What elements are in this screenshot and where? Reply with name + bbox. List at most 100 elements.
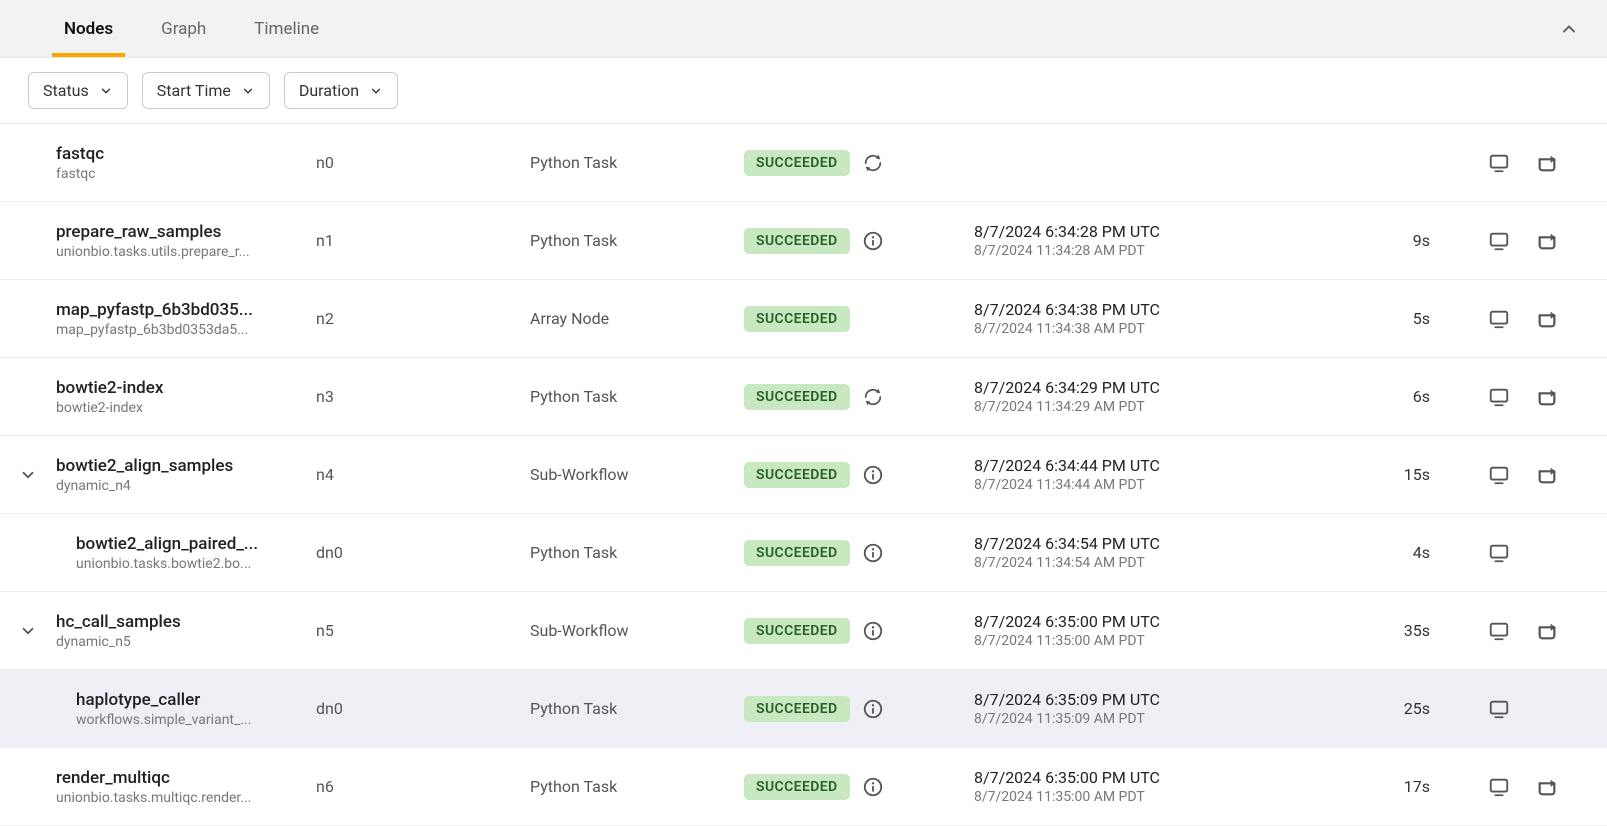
rerun-button[interactable] bbox=[1534, 774, 1560, 800]
chevron-down-icon bbox=[241, 84, 255, 98]
duration: 5s bbox=[1340, 309, 1450, 328]
node-name: bowtie2_align_samples bbox=[56, 456, 316, 476]
logs-button[interactable] bbox=[1486, 384, 1512, 410]
status-cell: SUCCEEDED bbox=[744, 696, 974, 722]
rerun-button[interactable] bbox=[1534, 618, 1560, 644]
status-badge: SUCCEEDED bbox=[744, 774, 850, 800]
filter-duration[interactable]: Duration bbox=[284, 72, 398, 109]
logs-button[interactable] bbox=[1486, 150, 1512, 176]
table-row[interactable]: bowtie2_align_paired_...unionbio.tasks.b… bbox=[0, 514, 1607, 592]
node-id: dn0 bbox=[316, 543, 530, 562]
rerun-button[interactable] bbox=[1534, 150, 1560, 176]
duration: 35s bbox=[1340, 621, 1450, 640]
table-row[interactable]: map_pyfastp_6b3bd035...map_pyfastp_6b3bd… bbox=[0, 280, 1607, 358]
refresh-icon[interactable] bbox=[862, 152, 884, 174]
table-row[interactable]: hc_call_samplesdynamic_n5n5Sub-WorkflowS… bbox=[0, 592, 1607, 670]
tab-graph[interactable]: Graph bbox=[137, 0, 230, 57]
logs-button[interactable] bbox=[1486, 618, 1512, 644]
logs-button[interactable] bbox=[1486, 228, 1512, 254]
rerun-button[interactable] bbox=[1534, 462, 1560, 488]
duration: 6s bbox=[1340, 387, 1450, 406]
name-cell: fastqcfastqc bbox=[56, 144, 316, 182]
monitor-icon bbox=[1486, 464, 1512, 486]
time-local: 8/7/2024 11:34:38 AM PDT bbox=[974, 321, 1170, 337]
status-badge: SUCCEEDED bbox=[744, 540, 850, 566]
time-cell: 8/7/2024 6:34:28 PM UTC8/7/2024 11:34:28… bbox=[974, 222, 1170, 259]
time-local: 8/7/2024 11:34:29 AM PDT bbox=[974, 399, 1170, 415]
info-icon[interactable] bbox=[862, 620, 884, 642]
time-utc: 8/7/2024 6:34:29 PM UTC bbox=[974, 378, 1170, 397]
status-badge: SUCCEEDED bbox=[744, 150, 850, 176]
filter-label: Start Time bbox=[157, 81, 231, 100]
status-badge: SUCCEEDED bbox=[744, 228, 850, 254]
nodes-table: fastqcfastqcn0Python TaskSUCCEEDED prepar… bbox=[0, 124, 1607, 826]
time-cell: 8/7/2024 6:34:38 PM UTC8/7/2024 11:34:38… bbox=[974, 300, 1170, 337]
time-utc: 8/7/2024 6:34:54 PM UTC bbox=[974, 534, 1170, 553]
info-icon[interactable] bbox=[862, 776, 884, 798]
time-utc: 8/7/2024 6:35:00 PM UTC bbox=[974, 612, 1170, 631]
header-bar: NodesGraphTimeline bbox=[0, 0, 1607, 58]
time-local: 8/7/2024 11:35:00 AM PDT bbox=[974, 789, 1170, 805]
filters-bar: Status Start Time Duration bbox=[0, 58, 1607, 124]
chevron-down-icon bbox=[99, 84, 113, 98]
expand-cell bbox=[0, 618, 56, 644]
logs-button[interactable] bbox=[1486, 462, 1512, 488]
node-id: n1 bbox=[316, 231, 530, 250]
time-cell: 8/7/2024 6:35:00 PM UTC 8/7/2024 11:35:00… bbox=[974, 768, 1170, 805]
table-row[interactable]: render_multiqcunionbio.tasks.multiqc.ren… bbox=[0, 748, 1607, 826]
node-id: n6 bbox=[316, 777, 530, 796]
status-cell: SUCCEEDED bbox=[744, 306, 974, 332]
actions-cell bbox=[1450, 774, 1607, 800]
collapse-panel-button[interactable] bbox=[1551, 11, 1587, 47]
logs-button[interactable] bbox=[1486, 774, 1512, 800]
filter-status[interactable]: Status bbox=[28, 72, 128, 109]
node-subname: unionbio.tasks.multiqc.render... bbox=[56, 790, 316, 806]
tab-nodes[interactable]: Nodes bbox=[40, 0, 137, 57]
duration: 9s bbox=[1340, 231, 1450, 250]
filter-start-time[interactable]: Start Time bbox=[142, 72, 270, 109]
tab-timeline[interactable]: Timeline bbox=[230, 0, 343, 57]
info-icon[interactable] bbox=[862, 230, 884, 252]
time-cell: 8/7/2024 6:34:44 PM UTC8/7/2024 11:34:44… bbox=[974, 456, 1170, 493]
node-name: prepare_raw_samples bbox=[56, 222, 316, 242]
actions-cell bbox=[1450, 228, 1607, 254]
logs-button[interactable] bbox=[1486, 540, 1512, 566]
monitor-icon bbox=[1486, 776, 1512, 798]
rerun-button[interactable] bbox=[1534, 228, 1560, 254]
time-cell: 8/7/2024 6:35:09 PM UTC8/7/2024 11:35:09… bbox=[974, 690, 1170, 727]
node-type: Sub-Workflow bbox=[530, 465, 744, 484]
table-row[interactable]: prepare_raw_samplesunionbio.tasks.utils.… bbox=[0, 202, 1607, 280]
name-cell: prepare_raw_samplesunionbio.tasks.utils.… bbox=[56, 222, 316, 260]
time-cell: 8/7/2024 6:34:29 PM UTC 8/7/2024 11:34:29… bbox=[974, 378, 1170, 415]
time-cell bbox=[974, 162, 1170, 164]
node-type: Sub-Workflow bbox=[530, 621, 744, 640]
node-subname: unionbio.tasks.bowtie2.bo... bbox=[76, 556, 316, 572]
logs-button[interactable] bbox=[1486, 306, 1512, 332]
info-icon[interactable] bbox=[862, 542, 884, 564]
actions-cell bbox=[1450, 384, 1607, 410]
node-name: haplotype_caller bbox=[76, 690, 316, 710]
monitor-icon bbox=[1486, 620, 1512, 642]
status-cell: SUCCEEDED bbox=[744, 462, 974, 488]
table-row[interactable]: fastqcfastqcn0Python TaskSUCCEEDED bbox=[0, 124, 1607, 202]
table-row[interactable]: haplotype_callerworkflows.simple_variant… bbox=[0, 670, 1607, 748]
duration: 4s bbox=[1340, 543, 1450, 562]
table-row[interactable]: bowtie2-indexbowtie2-indexn3Python TaskS… bbox=[0, 358, 1607, 436]
name-cell: render_multiqcunionbio.tasks.multiqc.ren… bbox=[56, 768, 316, 806]
time-local: 8/7/2024 11:35:00 AM PDT bbox=[974, 633, 1170, 649]
time-cell: 8/7/2024 6:34:54 PM UTC8/7/2024 11:34:54… bbox=[974, 534, 1170, 571]
status-cell: SUCCEEDED bbox=[744, 618, 974, 644]
filter-label: Duration bbox=[299, 81, 359, 100]
info-icon[interactable] bbox=[862, 464, 884, 486]
expand-toggle[interactable] bbox=[15, 462, 41, 488]
rerun-button[interactable] bbox=[1534, 306, 1560, 332]
expand-toggle[interactable] bbox=[15, 618, 41, 644]
rerun-button[interactable] bbox=[1534, 384, 1560, 410]
info-icon[interactable] bbox=[862, 698, 884, 720]
logs-button[interactable] bbox=[1486, 696, 1512, 722]
node-name: bowtie2-index bbox=[56, 378, 316, 398]
time-utc: 8/7/2024 6:35:00 PM UTC bbox=[974, 768, 1170, 787]
time-cell: 8/7/2024 6:35:00 PM UTC 8/7/2024 11:35:00… bbox=[974, 612, 1170, 649]
refresh-icon[interactable] bbox=[862, 386, 884, 408]
table-row[interactable]: bowtie2_align_samplesdynamic_n4n4Sub-Wor… bbox=[0, 436, 1607, 514]
